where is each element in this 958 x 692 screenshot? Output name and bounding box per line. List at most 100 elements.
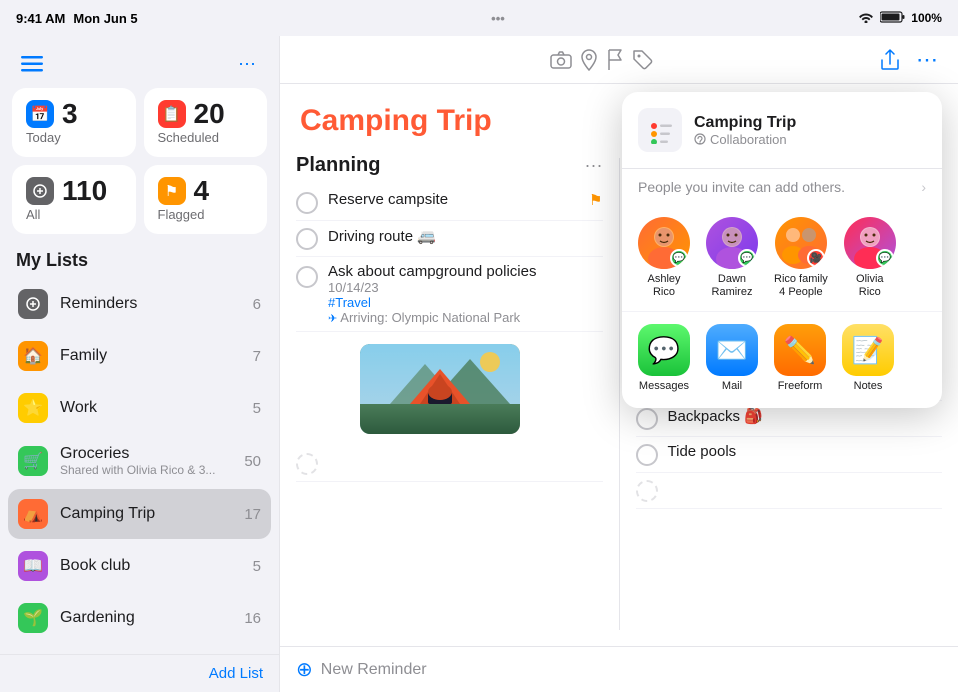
gardening-icon: 🌱 <box>18 603 48 633</box>
list-item-camping-trip[interactable]: ⛺ Camping Trip 17 <box>8 489 271 539</box>
status-bar-left: 9:41 AM Mon Jun 5 <box>16 11 138 26</box>
ashley-badge: 💬 <box>670 249 688 267</box>
more-toolbar-btn[interactable]: ⋯ <box>916 47 938 73</box>
tide-title: Tide pools <box>668 443 737 460</box>
reminders-count: 6 <box>253 296 261 313</box>
tag-toolbar-btn[interactable] <box>632 49 654 71</box>
list-item-family[interactable]: 🏠 Family 7 <box>8 331 271 381</box>
app-mail[interactable]: ✉️ Mail <box>706 324 758 392</box>
add-planning-circle <box>296 453 318 475</box>
olivia-badge: 💬 <box>876 249 894 267</box>
all-card[interactable]: 110 All <box>12 165 136 234</box>
reminder-empty[interactable] <box>296 446 603 482</box>
sidebar: ⋯ 📅 3 Today 📋 20 Scheduled <box>0 36 280 692</box>
scheduled-card[interactable]: 📋 20 Scheduled <box>144 88 268 157</box>
app-messages[interactable]: 💬 Messages <box>638 324 690 392</box>
flagged-card[interactable]: ⚑ 4 Flagged <box>144 165 268 234</box>
toolbar-right: ⋯ <box>880 47 938 73</box>
avatar-dawn[interactable]: 💬 DawnRamirez <box>706 217 758 299</box>
reminder-packing-empty[interactable] <box>636 473 943 509</box>
sidebar-header: ⋯ <box>0 36 279 88</box>
collab-invite-text: People you invite can add others. <box>638 179 845 195</box>
list-items: Reminders 6 🏠 Family 7 ⭐ Work 5 🛒 Grocer… <box>0 279 279 654</box>
avatar-olivia[interactable]: 💬 OliviaRico <box>844 217 896 299</box>
collab-header: Camping Trip Collaboration <box>622 92 942 169</box>
reserve-text: Reserve campsite <box>328 191 579 208</box>
reminder-circle-reserve <box>296 192 318 214</box>
reserve-flag-icon: ⚑ <box>589 191 602 209</box>
sidebar-toggle-button[interactable] <box>16 48 48 80</box>
work-icon: ⭐ <box>18 393 48 423</box>
new-reminder-bar[interactable]: ⊕ New Reminder <box>280 646 958 692</box>
toolbar-center <box>550 49 654 71</box>
list-item-book-club[interactable]: 📖 Book club 5 <box>8 541 271 591</box>
camping-icon: ⛺ <box>18 499 48 529</box>
planning-header: Planning ··· <box>296 142 603 185</box>
main-content: ⋯ Camping Trip Planning ··· Re <box>280 36 958 692</box>
backpacks-title: Backpacks 🎒 <box>668 407 763 425</box>
groceries-icon: 🛒 <box>18 446 48 476</box>
work-name: Work <box>60 399 241 417</box>
all-count: 110 <box>62 177 107 205</box>
avatar-rico-family[interactable]: 🎥 Rico family4 People <box>774 217 828 299</box>
avatar-rico-circle: 🎥 <box>775 217 827 269</box>
freeform-app-name: Freeform <box>778 380 823 392</box>
sidebar-more-button[interactable]: ⋯ <box>231 48 263 80</box>
planning-column: Planning ··· Reserve campsite ⚑ Drivi <box>280 142 619 646</box>
flagged-icon: ⚑ <box>158 177 186 205</box>
messages-app-icon: 💬 <box>638 324 690 376</box>
battery-icon <box>880 11 905 26</box>
planning-title: Planning <box>296 154 380 177</box>
family-name: Family <box>60 347 241 365</box>
scheduled-label: Scheduled <box>158 130 254 145</box>
reminder-reserve[interactable]: Reserve campsite ⚑ <box>296 185 603 221</box>
notes-app-icon: 📝 <box>842 324 894 376</box>
groceries-count: 50 <box>244 453 261 470</box>
list-item-work[interactable]: ⭐ Work 5 <box>8 383 271 433</box>
wifi-icon <box>858 11 874 26</box>
reminder-driving[interactable]: Driving route 🚐 <box>296 221 603 257</box>
reminder-tide[interactable]: Tide pools <box>636 437 943 473</box>
camping-name: Camping Trip <box>60 505 232 523</box>
reminders-icon <box>18 289 48 319</box>
driving-title: Driving route 🚐 <box>328 227 603 245</box>
reminder-policies[interactable]: Ask about campground policies 10/14/23 #… <box>296 257 603 332</box>
camera-toolbar-btn[interactable] <box>550 51 572 69</box>
collab-invite-arrow-icon: › <box>921 179 926 195</box>
reminders-name: Reminders <box>60 295 241 313</box>
list-item-groceries[interactable]: 🛒 Groceries Shared with Olivia Rico & 3.… <box>8 435 271 487</box>
date: Mon Jun 5 <box>73 11 137 26</box>
app-notes[interactable]: 📝 Notes <box>842 324 894 392</box>
collaboration-popup: Camping Trip Collaboration People you in… <box>622 92 942 408</box>
olivia-name: OliviaRico <box>856 273 884 299</box>
planning-more-btn[interactable]: ··· <box>585 155 603 176</box>
mail-app-icon: ✉️ <box>706 324 758 376</box>
freeform-app-icon: ✏️ <box>774 324 826 376</box>
reminder-circle-backpacks <box>636 408 658 430</box>
reminder-circle-policies <box>296 266 318 288</box>
app-freeform[interactable]: ✏️ Freeform <box>774 324 826 392</box>
collab-invite-row[interactable]: People you invite can add others. › <box>622 169 942 205</box>
list-item-plants-to-get[interactable]: 🔧 Plants to get 4 <box>8 645 271 654</box>
flagged-label: Flagged <box>158 207 254 222</box>
avatar-olivia-circle: 💬 <box>844 217 896 269</box>
collab-title: Camping Trip <box>694 114 796 132</box>
add-list-button[interactable]: Add List <box>209 665 263 682</box>
flagged-count: 4 <box>194 177 210 205</box>
location-toolbar-btn[interactable] <box>580 49 598 71</box>
camping-count: 17 <box>244 506 261 523</box>
status-bar: 9:41 AM Mon Jun 5 ••• 100% <box>0 0 958 36</box>
share-toolbar-btn[interactable] <box>880 49 900 71</box>
today-card[interactable]: 📅 3 Today <box>12 88 136 157</box>
mail-app-name: Mail <box>722 380 742 392</box>
avatar-ashley[interactable]: 💬 AshleyRico <box>638 217 690 299</box>
all-label: All <box>26 207 122 222</box>
flag-toolbar-btn[interactable] <box>606 49 624 71</box>
list-item-reminders[interactable]: Reminders 6 <box>8 279 271 329</box>
policies-title: Ask about campground policies <box>328 263 603 280</box>
rico-family-badge: 🎥 <box>807 249 825 267</box>
list-item-gardening[interactable]: 🌱 Gardening 16 <box>8 593 271 643</box>
groceries-group: Groceries Shared with Olivia Rico & 3... <box>60 445 232 477</box>
collab-list-icon <box>638 108 682 152</box>
driving-text: Driving route 🚐 <box>328 227 603 245</box>
